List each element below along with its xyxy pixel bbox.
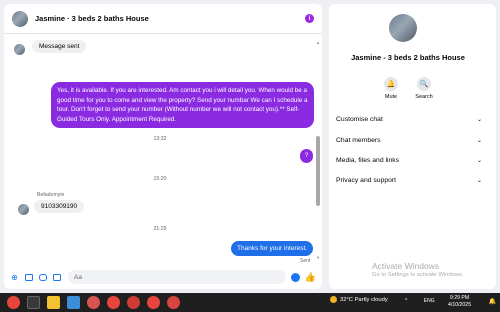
sender-name: Befadomyie [37, 192, 65, 198]
message-bubble: 9103309190 [34, 200, 85, 213]
chrome-icon[interactable] [107, 296, 120, 309]
lang-indicator[interactable]: ENG [424, 298, 435, 304]
chrome-icon[interactable] [147, 296, 160, 309]
timestamp: 13:32 [153, 136, 167, 142]
weather-text: 32°C Partly cloudy [340, 296, 388, 303]
search-icon: 🔍 [417, 77, 431, 91]
mute-button[interactable]: 🔔 Mute [379, 77, 403, 100]
clock-time: 9:29 PM [449, 295, 470, 301]
message-status: Sent [300, 258, 311, 264]
scrollbar[interactable]: ▲ ▼ [316, 40, 320, 260]
thumbs-up-icon[interactable]: 👍 [305, 272, 316, 283]
watermark-subtitle: Go to Settings to activate Windows. [372, 272, 464, 278]
info-sidebar: Jasmine - 3 beds 2 baths House 🔔 Mute 🔍 … [329, 4, 496, 289]
sticker-icon[interactable] [38, 273, 47, 282]
scroll-up-icon[interactable]: ▲ [316, 40, 320, 45]
clock-date: 4/10/2025 [448, 302, 472, 308]
timestamp: 15:20 [153, 176, 167, 182]
message-input[interactable]: Aa [68, 270, 286, 284]
section-label: Customise chat [336, 116, 383, 123]
chrome-icon[interactable] [167, 296, 180, 309]
watermark-title: Activate Windows [372, 261, 440, 271]
weather-widget[interactable]: 32°C Partly cloudy [330, 296, 388, 303]
message-bubble: Yes, it is available. If you are interes… [51, 82, 314, 129]
group-avatar [389, 14, 417, 42]
tray-chevron-icon[interactable]: ^ [405, 298, 407, 304]
section-chat-members[interactable]: Chat members ⌄ [336, 137, 482, 144]
sender-avatar[interactable] [14, 44, 25, 55]
explorer-icon[interactable] [67, 296, 80, 309]
chat-panel: Jasmine · 3 beds 2 baths House i Message… [4, 4, 322, 289]
timestamp: 21:29 [153, 226, 167, 232]
section-privacy-support[interactable]: Privacy and support ⌄ [336, 177, 482, 184]
app-icon[interactable] [27, 296, 40, 309]
plus-icon[interactable]: ⊕ [10, 273, 19, 282]
clock[interactable]: 9:29 PM 4/10/2025 [448, 295, 471, 309]
message-input-placeholder: Aa [74, 273, 82, 281]
scroll-thumb[interactable] [316, 136, 320, 206]
chat-title[interactable]: Jasmine · 3 beds 2 baths House [35, 14, 305, 23]
composer: ⊕ Aa 👍 [4, 265, 322, 289]
gif-icon[interactable] [52, 273, 61, 282]
chevron-down-icon: ⌄ [476, 178, 482, 184]
bell-icon: 🔔 [384, 77, 398, 91]
chrome-icon[interactable] [127, 296, 140, 309]
mute-label: Mute [384, 94, 398, 100]
info-icon[interactable]: i [305, 14, 314, 23]
chevron-down-icon: ⌄ [476, 138, 482, 144]
search-label: Search [415, 94, 433, 100]
chevron-down-icon: ⌄ [476, 117, 482, 123]
taskbar: 32°C Partly cloudy ^ ENG 9:29 PM 4/10/20… [0, 293, 500, 312]
section-label: Chat members [336, 137, 381, 144]
message-list[interactable]: Message sent Yes, it is available. If yo… [4, 35, 316, 265]
emoji-icon[interactable] [290, 272, 300, 282]
system-tray[interactable]: ^ ENG [405, 298, 435, 304]
notification-icon[interactable]: 🔔 [489, 298, 496, 305]
sun-icon [330, 296, 337, 303]
section-label: Privacy and support [336, 177, 397, 184]
message-bubble: Message sent [32, 40, 87, 53]
search-button[interactable]: 🔍 Search [412, 77, 436, 100]
chevron-down-icon: ⌄ [476, 158, 482, 164]
scroll-down-icon[interactable]: ▼ [316, 255, 320, 260]
chat-header: Jasmine · 3 beds 2 baths House i [4, 4, 322, 34]
message-bubble: ? [300, 149, 313, 163]
message-bubble: Thanks for your interest. [231, 241, 314, 256]
section-label: Media, files and links [336, 157, 400, 164]
chat-avatar[interactable] [12, 10, 28, 27]
chrome-icon[interactable] [7, 296, 20, 309]
sender-avatar[interactable] [18, 204, 29, 215]
gallery-icon[interactable] [24, 273, 33, 282]
folder-icon[interactable] [47, 296, 60, 309]
chrome-icon[interactable] [87, 296, 100, 309]
sidebar-title: Jasmine - 3 beds 2 baths House [351, 53, 465, 62]
section-media-files[interactable]: Media, files and links ⌄ [336, 157, 482, 164]
section-customise-chat[interactable]: Customise chat ⌄ [336, 116, 482, 123]
activation-watermark: Activate Windows Go to Settings to activ… [372, 261, 464, 278]
